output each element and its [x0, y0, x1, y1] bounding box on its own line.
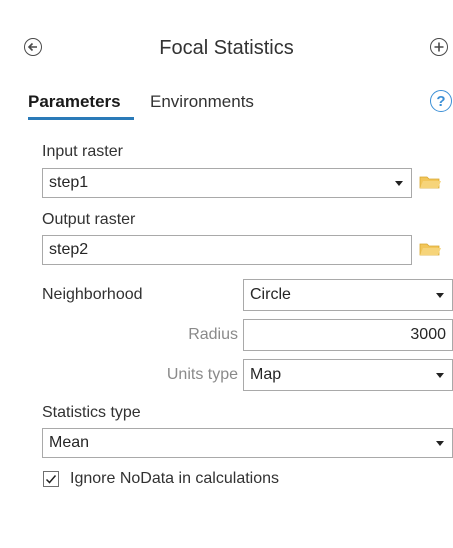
neighborhood-label: Neighborhood	[42, 286, 143, 303]
neighborhood-value: Circle	[250, 286, 291, 303]
input-raster-dropdown[interactable]: step1	[42, 168, 412, 198]
units-type-dropdown[interactable]: Map	[243, 359, 453, 391]
input-raster-value: step1	[49, 174, 89, 191]
tab-parameters[interactable]: Parameters	[28, 92, 121, 112]
radius-input[interactable]: 3000	[243, 319, 453, 351]
checkmark-icon	[45, 475, 57, 484]
geoprocessing-pane: Focal Statistics Parameters Environments…	[0, 0, 453, 548]
chevron-down-icon	[395, 180, 403, 186]
input-raster-label: Input raster	[42, 143, 123, 160]
chevron-down-icon	[436, 440, 444, 446]
statistics-type-value: Mean	[49, 434, 90, 451]
active-tab-indicator	[28, 117, 134, 120]
output-raster-input[interactable]: step2	[42, 235, 412, 265]
tool-title: Focal Statistics	[159, 37, 294, 59]
radius-label: Radius	[188, 326, 238, 343]
help-icon[interactable]: ?	[430, 90, 452, 112]
units-type-label: Units type	[166, 366, 238, 383]
units-type-value: Map	[250, 366, 282, 383]
radius-value: 3000	[410, 326, 446, 343]
neighborhood-dropdown[interactable]: Circle	[243, 279, 453, 311]
output-raster-label: Output raster	[42, 211, 136, 228]
browse-folder-icon[interactable]	[419, 174, 441, 194]
browse-folder-icon[interactable]	[419, 241, 441, 261]
ignore-nodata-checkbox[interactable]	[43, 471, 59, 487]
statistics-type-dropdown[interactable]: Mean	[42, 428, 453, 458]
chevron-down-icon	[436, 292, 444, 298]
chevron-down-icon	[436, 372, 444, 378]
statistics-type-label: Statistics type	[42, 404, 141, 421]
ignore-nodata-label: Ignore NoData in calculations	[70, 470, 280, 487]
tab-environments[interactable]: Environments	[150, 92, 254, 112]
add-icon[interactable]	[430, 38, 448, 56]
output-raster-value: step2	[49, 241, 89, 258]
